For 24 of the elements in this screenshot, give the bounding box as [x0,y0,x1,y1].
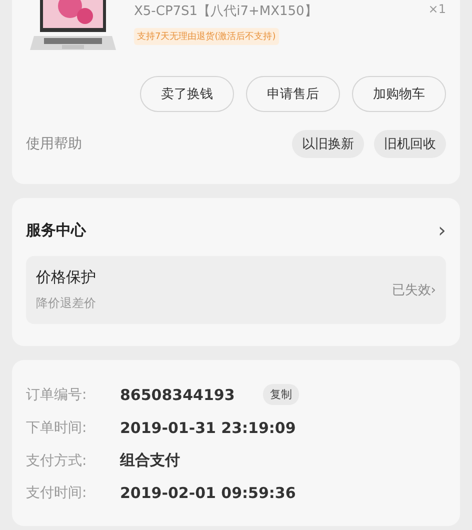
order-label: 支付方式: [26,452,88,470]
order-value: 2019-02-01 09:59:36 [120,484,296,502]
order-value: 组合支付 [120,451,180,470]
return-policy-tag: 支持7天无理由退货(激活后不支持) [134,28,279,45]
help-link[interactable]: 旧机回收 [374,130,446,158]
help-link[interactable]: 以旧换新 [292,130,364,158]
copy-button[interactable]: 复制 [262,384,299,405]
order-label: 订单编号: [26,386,88,404]
order-value: 2019-01-31 23:19:09 [120,419,296,437]
action-button[interactable]: 卖了换钱 [140,76,234,112]
service-title: 价格保护 [36,268,96,287]
order-label: 支付时间: [26,484,88,502]
order-value: 86508344193 [120,386,235,404]
section-title: 服务中心 [26,220,86,240]
chevron[interactable]: › [438,218,446,242]
service-status: 已失效› [392,282,436,299]
help-label: 使用帮助 [26,135,82,153]
action-button[interactable]: 加购物车 [352,76,446,112]
service-item[interactable]: 价格保护 降价退差价 已失效› [26,256,446,324]
service-subtitle: 降价退差价 [36,295,96,312]
quantity: ×1 [428,2,446,18]
order-label: 下单时间: [26,419,88,437]
action-button[interactable]: 申请售后 [246,76,340,112]
product-spec: X5-CP7S1【八代i7+MX150】 [134,3,318,20]
